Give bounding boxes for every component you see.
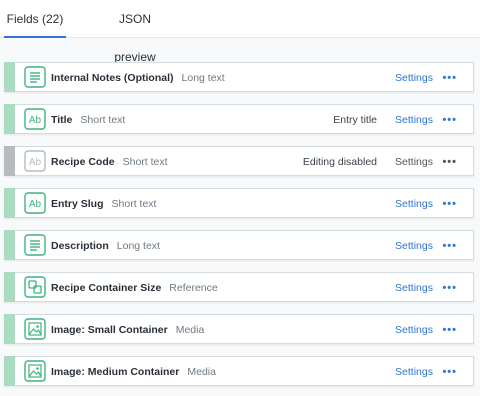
settings-link[interactable]: Settings (395, 315, 433, 345)
settings-link[interactable]: Settings (395, 189, 433, 219)
field-name: Internal Notes (Optional) Long text (51, 63, 225, 93)
svg-text:Ab: Ab (29, 157, 42, 168)
field-row[interactable]: Image: Medium Container Media Settings ••• (4, 356, 474, 386)
field-list: Internal Notes (Optional) Long text Settin… (4, 62, 474, 396)
field-name: Recipe Code Short text (51, 147, 168, 177)
settings-link[interactable]: Settings (395, 147, 433, 177)
svg-text:Ab: Ab (29, 115, 42, 126)
more-actions-icon[interactable]: ••• (442, 315, 457, 345)
field-type: Short text (111, 198, 157, 210)
field-name: Image: Small Container Media (51, 315, 204, 345)
tab-json-preview[interactable]: JSON preview (102, 0, 168, 64)
field-name-label: Description (51, 240, 109, 252)
settings-link[interactable]: Settings (395, 63, 433, 93)
field-type: Long text (181, 72, 225, 84)
more-actions-icon[interactable]: ••• (442, 147, 457, 177)
field-name: Image: Medium Container Media (51, 357, 216, 387)
drag-handle[interactable] (4, 146, 15, 176)
more-actions-icon[interactable]: ••• (442, 189, 457, 219)
field-type: Long text (116, 240, 160, 252)
reference-icon (24, 276, 46, 298)
field-type: Short text (80, 114, 126, 126)
field-name: Recipe Container Size Reference (51, 273, 218, 303)
settings-link[interactable]: Settings (395, 273, 433, 303)
settings-link[interactable]: Settings (395, 105, 433, 135)
drag-handle[interactable] (4, 62, 15, 92)
field-name-label: Image: Medium Container (51, 366, 180, 378)
tab-fields[interactable]: Fields (22) (4, 0, 66, 38)
tab-bar: Fields (22) JSON preview (0, 0, 480, 64)
long-text-icon (24, 234, 46, 256)
settings-link[interactable]: Settings (395, 357, 433, 387)
field-row[interactable]: Ab Recipe Code Short text Editing disabled S… (4, 146, 474, 176)
media-icon (24, 318, 46, 340)
field-row[interactable]: Ab Title Short text Entry title Settings ••• (4, 104, 474, 134)
more-actions-icon[interactable]: ••• (442, 273, 457, 303)
field-row[interactable]: Recipe Container Size Reference Settings ••… (4, 272, 474, 302)
field-row[interactable]: Image: Small Container Media Settings ••• (4, 314, 474, 344)
field-row[interactable]: Internal Notes (Optional) Long text Settin… (4, 62, 474, 92)
more-actions-icon[interactable]: ••• (442, 357, 457, 387)
field-name-label: Recipe Container Size (51, 282, 162, 294)
drag-handle[interactable] (4, 314, 15, 344)
field-name-label: Title (51, 114, 73, 126)
field-note: Editing disabled (302, 156, 377, 168)
more-actions-icon[interactable]: ••• (442, 231, 457, 261)
more-actions-icon[interactable]: ••• (442, 63, 457, 93)
field-name-label: Entry Slug (51, 198, 104, 210)
drag-handle[interactable] (4, 188, 15, 218)
field-type: Media (187, 366, 216, 378)
media-icon (24, 360, 46, 382)
field-row[interactable]: Description Long text Settings ••• (4, 230, 474, 260)
short-text-icon: Ab (24, 108, 46, 130)
field-name-label: Image: Small Container (51, 324, 168, 336)
field-name: Title Short text (51, 105, 125, 135)
drag-handle[interactable] (4, 230, 15, 260)
field-note: Entry title (333, 114, 377, 126)
field-type: Reference (169, 282, 218, 294)
settings-link[interactable]: Settings (395, 231, 433, 261)
drag-handle[interactable] (4, 356, 15, 386)
short-text-icon: Ab (24, 192, 46, 214)
field-name-label: Recipe Code (51, 156, 115, 168)
field-type: Media (175, 324, 205, 336)
more-actions-icon[interactable]: ••• (442, 105, 457, 135)
drag-handle[interactable] (4, 272, 15, 302)
long-text-icon (24, 66, 46, 88)
field-type: Short text (122, 156, 168, 168)
field-row[interactable]: Ab Entry Slug Short text Settings ••• (4, 188, 474, 218)
field-name: Description Long text (51, 231, 160, 261)
svg-text:Ab: Ab (29, 199, 42, 210)
drag-handle[interactable] (4, 104, 15, 134)
field-name-label: Internal Notes (Optional) (51, 72, 174, 84)
short-text-icon: Ab (24, 150, 46, 172)
field-name: Entry Slug Short text (51, 189, 156, 219)
